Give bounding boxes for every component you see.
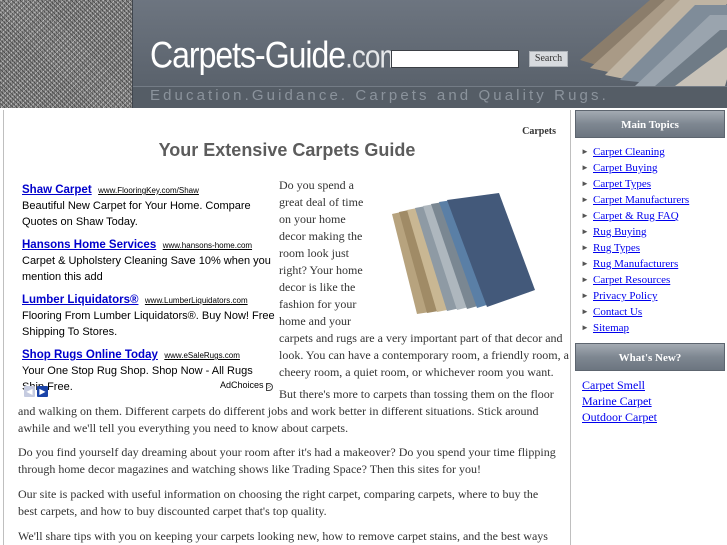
topic-item[interactable]: ► Carpet Cleaning	[573, 144, 727, 160]
ad-url[interactable]: www.FlooringKey.com/Shaw	[98, 186, 199, 195]
bullet-arrow-icon: ►	[581, 259, 589, 268]
bullet-arrow-icon: ►	[581, 323, 589, 332]
new-item-link[interactable]: Carpet Smell	[582, 378, 645, 392]
sidebar: Main Topics ► Carpet Cleaning ► Carpet Buy…	[573, 110, 727, 545]
topic-item[interactable]: ► Privacy Policy	[573, 288, 727, 304]
ad-description: Carpet & Upholstery Cleaning Save 10% wh…	[22, 255, 271, 283]
topic-link[interactable]: Privacy Policy	[593, 290, 657, 302]
carpet-texture-image	[0, 0, 133, 108]
new-item-link[interactable]: Outdoor Carpet	[582, 410, 657, 424]
topic-item[interactable]: ► Rug Types	[573, 240, 727, 256]
topic-item[interactable]: ► Rug Manufacturers	[573, 256, 727, 272]
main-content: Carpets Your Extensive Carpets Guide Sha…	[3, 110, 571, 545]
topic-link[interactable]: Carpet Buying	[593, 162, 657, 174]
topic-item[interactable]: ► Carpet Buying	[573, 160, 727, 176]
topic-link[interactable]: Rug Buying	[593, 226, 646, 238]
topic-link[interactable]: Carpet Resources	[593, 274, 670, 286]
intro-text-top: Do you spend a great deal of time on you…	[279, 178, 364, 328]
topic-link[interactable]: Carpet Manufacturers	[593, 194, 689, 206]
topic-link[interactable]: Carpet & Rug FAQ	[593, 210, 679, 222]
bullet-arrow-icon: ►	[581, 147, 589, 156]
ad-title[interactable]: Shop Rugs Online Today	[22, 349, 158, 361]
bullet-arrow-icon: ►	[581, 179, 589, 188]
bullet-arrow-icon: ►	[581, 243, 589, 252]
bullet-arrow-icon: ►	[581, 163, 589, 172]
bullet-arrow-icon: ►	[581, 227, 589, 236]
ad-title[interactable]: Lumber Liquidators®	[22, 294, 138, 306]
search-button[interactable]: Search	[529, 51, 568, 67]
carpet-swatches-image	[580, 0, 727, 86]
page-title: Your Extensive Carpets Guide	[158, 140, 416, 160]
body-paragraph: We'll share tips with you on keeping you…	[18, 529, 548, 543]
new-item[interactable]: Carpet Smell	[573, 377, 727, 393]
new-item-link[interactable]: Marine Carpet	[582, 394, 652, 408]
topic-item[interactable]: ► Carpet Manufacturers	[573, 192, 727, 208]
topic-link[interactable]: Carpet Types	[593, 178, 651, 190]
tagline: Education.Guidance. Carpets and Quality …	[150, 87, 609, 104]
body-paragraph: But there's more to carpets than tossing…	[18, 386, 558, 437]
paragraph-lead: But there's more to carpets than tossing…	[279, 387, 554, 401]
whats-new-header: What's New?	[575, 343, 725, 371]
site-logo[interactable]: Carpets-Guide.com	[150, 34, 403, 80]
ad-url[interactable]: www.LumberLiquidators.com	[145, 296, 248, 305]
intro-paragraph: Do you spend a great deal of time on you…	[279, 177, 569, 381]
ad-description: Beautiful New Carpet for Your Home. Comp…	[22, 200, 251, 228]
ad-title[interactable]: Shaw Carpet	[22, 184, 92, 196]
ad-unit[interactable]: Hansons Home Services www.hansons-home.c…	[22, 235, 277, 285]
topic-item[interactable]: ► Carpet Types	[573, 176, 727, 192]
search-input[interactable]	[391, 50, 519, 68]
topic-link[interactable]: Rug Manufacturers	[593, 258, 678, 270]
topic-item[interactable]: ► Carpet Resources	[573, 272, 727, 288]
intro-text-rest: carpets and rugs are a very important pa…	[279, 331, 569, 379]
bullet-arrow-icon: ►	[581, 307, 589, 316]
topic-link[interactable]: Sitemap	[593, 322, 629, 334]
site-header: Carpets-Guide.com Search Education.Guida…	[0, 0, 727, 108]
breadcrumb: Carpets	[522, 126, 556, 137]
topic-link[interactable]: Rug Types	[593, 242, 640, 254]
bullet-arrow-icon: ►	[581, 291, 589, 300]
ad-block: Shaw Carpet www.FlooringKey.com/Shaw Bea…	[22, 180, 277, 397]
new-item[interactable]: Marine Carpet	[573, 393, 727, 409]
ad-url[interactable]: www.hansons-home.com	[163, 241, 252, 250]
ad-unit[interactable]: Shaw Carpet www.FlooringKey.com/Shaw Bea…	[22, 180, 277, 230]
main-topics-list: ► Carpet Cleaning ► Carpet Buying ► Carpet …	[573, 144, 727, 336]
topic-item[interactable]: ► Contact Us	[573, 304, 727, 320]
body-paragraph: Our site is packed with useful informati…	[18, 487, 539, 518]
bullet-arrow-icon: ►	[581, 195, 589, 204]
topic-link[interactable]: Carpet Cleaning	[593, 146, 665, 158]
ad-unit[interactable]: Lumber Liquidators® www.LumberLiquidator…	[22, 290, 277, 340]
topic-item[interactable]: ► Carpet & Rug FAQ	[573, 208, 727, 224]
ad-url[interactable]: www.eSaleRugs.com	[164, 351, 240, 360]
topic-link[interactable]: Contact Us	[593, 306, 642, 318]
bullet-arrow-icon: ►	[581, 275, 589, 284]
paragraph-text: and walking on them. Different carpets d…	[18, 404, 539, 435]
ad-description: Flooring From Lumber Liquidators®. Buy N…	[22, 310, 275, 338]
bullet-arrow-icon: ►	[581, 211, 589, 220]
body-paragraph: Do you find yourself day dreaming about …	[18, 445, 556, 476]
new-item[interactable]: Outdoor Carpet	[573, 409, 727, 425]
topic-item[interactable]: ► Rug Buying	[573, 224, 727, 240]
main-topics-header: Main Topics	[575, 110, 725, 138]
ad-title[interactable]: Hansons Home Services	[22, 239, 156, 251]
logo-main-text: Carpets-Guide	[150, 34, 346, 76]
whats-new-list: Carpet Smell Marine Carpet Outdoor Carpe…	[573, 377, 727, 425]
topic-item[interactable]: ► Sitemap	[573, 320, 727, 336]
